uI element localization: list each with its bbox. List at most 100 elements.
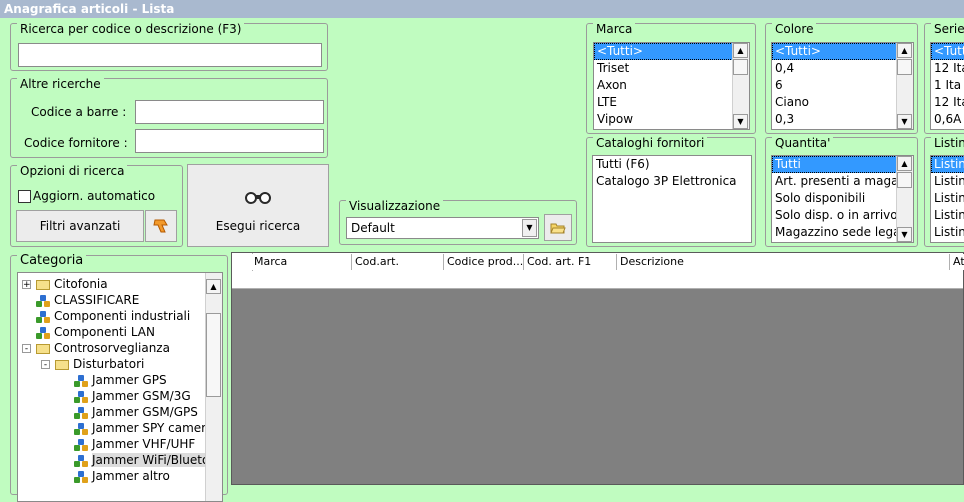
scroll-down-icon[interactable]: ▼ [897, 114, 912, 129]
series-item[interactable]: 12 Ita [931, 94, 964, 111]
tree-node[interactable]: Componenti industriali [22, 308, 190, 324]
tree-node[interactable]: Jammer VHF/UHF [60, 436, 195, 452]
catalogs-legend: Cataloghi fornitori [593, 137, 708, 149]
chevron-down-icon[interactable]: ▼ [522, 219, 537, 237]
series-item[interactable]: <Tutti> [931, 43, 964, 60]
color-legend: Colore [772, 23, 817, 35]
grid-col-header[interactable]: Cod. art. F1 [524, 254, 617, 270]
scroll-up-icon[interactable]: ▲ [206, 279, 221, 294]
tree-node-label: Jammer WiFi/Bluetooth [92, 453, 222, 467]
brand-item[interactable]: LTE [594, 94, 749, 111]
grid-col-header[interactable]: Att [950, 254, 964, 270]
pricelist-item[interactable]: Listino [931, 173, 964, 190]
catalog-item[interactable]: Catalogo 3P Elettronica [593, 173, 751, 190]
grid-col-header[interactable]: Codice prod... [444, 254, 524, 270]
folder-icon [36, 279, 50, 290]
pricelist-item[interactable]: Listino [931, 156, 964, 173]
quantity-item[interactable]: Solo disp. o in arrivo [772, 207, 913, 224]
tree-node[interactable]: + Citofonia [22, 276, 108, 292]
category-node-icon [74, 406, 88, 419]
grid-filter-row[interactable] [232, 271, 963, 289]
category-node-icon [36, 326, 50, 339]
tree-node[interactable]: Jammer altro [60, 468, 170, 484]
quantity-item[interactable]: Solo disponibili [772, 190, 913, 207]
color-item[interactable]: 0,4 [772, 60, 913, 77]
scroll-thumb[interactable] [206, 313, 221, 397]
tree-node[interactable]: Componenti LAN [22, 324, 155, 340]
scroll-down-icon[interactable]: ▼ [897, 227, 912, 242]
tree-node[interactable]: - Disturbatori [41, 356, 144, 372]
collapse-icon[interactable]: - [22, 344, 31, 354]
search-input[interactable] [18, 43, 322, 67]
grid-col-header[interactable]: Descrizione [617, 254, 950, 270]
expand-icon[interactable]: + [22, 280, 31, 290]
grid-col-header[interactable]: Marca [251, 254, 352, 270]
quantity-legend: Quantita' [772, 137, 834, 149]
series-listbox[interactable]: <Tutti> 12 Ita 1 Ita 12 Ita 0,6A [930, 42, 964, 130]
quantity-item[interactable]: Art. presenti a magazzino [772, 173, 913, 190]
pricelist-item[interactable]: Listino [931, 190, 964, 207]
view-select[interactable]: Default ▼ [346, 217, 539, 239]
tree-node[interactable]: Jammer WiFi/Bluetooth [60, 452, 222, 468]
view-open-button[interactable] [544, 214, 572, 241]
quantity-listbox[interactable]: Tutti Art. presenti a magazzino Solo dis… [771, 155, 914, 243]
color-item[interactable]: Ciano [772, 94, 913, 111]
series-item[interactable]: 1 Ita [931, 77, 964, 94]
grid-col-header[interactable]: Cod.art. [352, 254, 444, 270]
pricelist-item[interactable]: Listino [931, 207, 964, 224]
results-grid[interactable] [231, 252, 964, 485]
color-item[interactable]: 0,3 [772, 111, 913, 128]
color-scrollbar[interactable]: ▲ ▼ [896, 43, 913, 129]
supplier-code-input[interactable] [135, 129, 324, 153]
quantity-scrollbar[interactable]: ▲ ▼ [896, 156, 913, 242]
series-item[interactable]: 12 Ita [931, 60, 964, 77]
quantity-item[interactable]: Tutti [772, 156, 913, 173]
brand-listbox[interactable]: <Tutti> Triset Axon LTE Vipow ▲ ▼ [593, 42, 750, 130]
category-tree[interactable]: + Citofonia CLASSIFICARE Componenti industr… [17, 272, 223, 502]
tree-node-label: Jammer SPY camera [92, 421, 214, 435]
pricelist-listbox[interactable]: Listino Listino Listino Listino Listino [930, 155, 964, 243]
category-scrollbar[interactable]: ▲ [205, 273, 222, 501]
catalogs-listbox[interactable]: Tutti (F6) Catalogo 3P Elettronica [592, 155, 752, 243]
tree-node-label: Jammer altro [92, 469, 170, 483]
auto-update-label: Aggiorn. automatico [33, 189, 156, 203]
scroll-thumb[interactable] [733, 59, 748, 75]
brand-scrollbar[interactable]: ▲ ▼ [732, 43, 749, 129]
tree-node[interactable]: Jammer GSM/3G [60, 388, 191, 404]
catalog-item[interactable]: Tutti (F6) [593, 156, 751, 173]
color-listbox[interactable]: <Tutti> 0,4 6 Ciano 0,3 ▲ ▼ [771, 42, 914, 130]
filter-arrow-button[interactable] [145, 210, 177, 242]
tree-node[interactable]: Jammer SPY camera [60, 420, 213, 436]
series-item[interactable]: 0,6A [931, 111, 964, 128]
execute-search-button[interactable]: Esegui ricerca [187, 164, 329, 247]
scroll-thumb[interactable] [897, 172, 912, 188]
tree-node[interactable]: Jammer GPS [60, 372, 167, 388]
view-legend: Visualizzazione [346, 200, 444, 212]
scroll-up-icon[interactable]: ▲ [897, 43, 912, 58]
tree-node-label: Jammer GPS [92, 373, 167, 387]
quantity-item[interactable]: Magazzino sede legale [772, 224, 913, 241]
scroll-up-icon[interactable]: ▲ [897, 156, 912, 171]
auto-update-checkbox[interactable] [18, 190, 31, 203]
tree-node[interactable]: Jammer GSM/GPS [60, 404, 198, 420]
brand-item[interactable]: Vipow [594, 111, 749, 128]
brand-item[interactable]: Triset [594, 60, 749, 77]
tree-node[interactable]: - Controsorveglianza [22, 340, 170, 356]
tree-node[interactable]: CLASSIFICARE [22, 292, 139, 308]
pricelist-item[interactable]: Listino [931, 224, 964, 241]
scroll-down-icon[interactable]: ▼ [733, 114, 748, 129]
color-item[interactable]: <Tutti> [772, 43, 913, 60]
brand-legend: Marca [593, 23, 636, 35]
advanced-filters-button[interactable]: Filtri avanzati [16, 210, 144, 242]
color-item[interactable]: 6 [772, 77, 913, 94]
collapse-icon[interactable]: - [41, 360, 50, 370]
brand-item[interactable]: Axon [594, 77, 749, 94]
scroll-thumb[interactable] [897, 59, 912, 75]
brand-item[interactable]: <Tutti> [594, 43, 749, 60]
barcode-input[interactable] [135, 100, 324, 124]
category-node-icon [74, 422, 88, 435]
execute-search-label: Esegui ricerca [215, 219, 301, 233]
tree-node-label: Controsorveglianza [54, 341, 170, 355]
folder-open-icon [550, 223, 566, 233]
scroll-up-icon[interactable]: ▲ [733, 43, 748, 58]
